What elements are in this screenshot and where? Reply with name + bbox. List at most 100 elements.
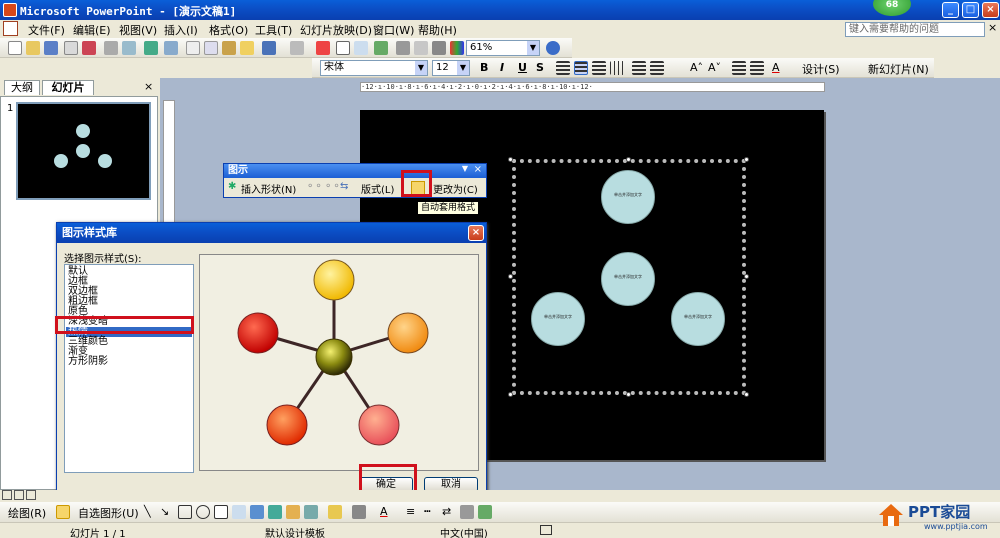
panel-close-button[interactable]: × [144, 80, 153, 93]
font-size-select[interactable]: 12 ▼ [432, 60, 470, 76]
document-close-button[interactable]: × [988, 21, 997, 34]
resize-handle[interactable] [744, 392, 749, 397]
resize-handle[interactable] [626, 392, 631, 397]
dash-style-icon[interactable]: ┅ [424, 505, 431, 518]
tab-outline[interactable]: 大纲 [4, 80, 40, 95]
menu-edit[interactable]: 编辑(E) [73, 22, 111, 38]
italic-button[interactable]: I [500, 61, 504, 74]
email-icon[interactable] [82, 41, 96, 55]
select-objects-icon[interactable] [56, 505, 70, 519]
shadow-button[interactable]: S [536, 61, 544, 74]
menu-tools[interactable]: 工具(T) [255, 22, 292, 38]
text-direction-icon[interactable] [610, 61, 624, 75]
diagram-node-left[interactable]: 单击并添加文字 [531, 292, 585, 346]
dialog-close-button[interactable]: × [468, 225, 484, 241]
align-right-icon[interactable] [592, 61, 606, 75]
font-color-icon[interactable]: A [380, 505, 388, 518]
color-grayscale-icon[interactable] [450, 41, 464, 55]
menu-insert[interactable]: 插入(I) [164, 22, 198, 38]
diagram-node-top[interactable]: 单击并添加文字 [601, 170, 655, 224]
tab-slides[interactable]: 幻灯片 [42, 80, 94, 95]
powerpoint-app-icon[interactable] [3, 3, 17, 17]
vertical-textbox-icon[interactable] [232, 505, 246, 519]
textbox-icon[interactable] [214, 505, 228, 519]
align-center-icon[interactable] [574, 61, 588, 75]
copy-icon[interactable] [204, 41, 218, 55]
menu-help[interactable]: 帮助(H) [418, 22, 457, 38]
permission-icon[interactable] [64, 41, 78, 55]
bold-button[interactable]: B [480, 61, 488, 74]
oval-icon[interactable] [196, 505, 210, 519]
resize-handle[interactable] [744, 274, 749, 279]
slide-thumbnail[interactable] [16, 102, 151, 200]
bullets-icon[interactable] [650, 61, 664, 75]
resize-handle[interactable] [508, 274, 513, 279]
font-select[interactable]: 宋体 ▼ [320, 60, 428, 76]
normal-view-icon[interactable] [2, 490, 12, 500]
resize-handle[interactable] [508, 392, 513, 397]
help-icon[interactable] [546, 41, 560, 55]
design-button[interactable]: 设计(S) [802, 61, 840, 77]
undo-icon[interactable] [262, 41, 276, 55]
clipart-icon[interactable] [286, 505, 300, 519]
redo-icon[interactable] [290, 41, 304, 55]
tables-borders-icon[interactable] [354, 41, 368, 55]
document-icon[interactable] [3, 21, 18, 36]
help-search-input[interactable]: 键入需要帮助的问题 [845, 22, 985, 37]
close-button[interactable]: × [982, 2, 999, 18]
menu-view[interactable]: 视图(V) [119, 22, 157, 38]
arrow-style-icon[interactable]: ⇄ [442, 505, 451, 518]
picture-icon[interactable] [304, 505, 318, 519]
decrease-font-icon[interactable]: A˅ [708, 61, 721, 74]
layout-button[interactable]: 版式(L) [361, 181, 394, 196]
reverse-diagram-icon[interactable]: ⇆ [340, 181, 348, 192]
new-icon[interactable] [8, 41, 22, 55]
numbering-icon[interactable] [632, 61, 646, 75]
3d-style-icon[interactable] [478, 505, 492, 519]
show-formatting-icon[interactable] [414, 41, 428, 55]
increase-font-icon[interactable]: A˄ [690, 61, 703, 74]
expand-all-icon[interactable] [396, 41, 410, 55]
align-left-icon[interactable] [556, 61, 570, 75]
change-to-button[interactable]: 更改为(C) [433, 181, 478, 196]
slideshow-icon[interactable] [26, 490, 36, 500]
table-icon[interactable] [336, 41, 350, 55]
autoshapes-button[interactable]: 自选图形(U) [78, 505, 139, 521]
minimize-button[interactable]: _ [942, 2, 959, 18]
maximize-button[interactable]: □ [962, 2, 979, 18]
menu-file[interactable]: 文件(F) [28, 22, 65, 38]
show-grid-icon[interactable] [432, 41, 446, 55]
research-icon[interactable] [164, 41, 178, 55]
cut-icon[interactable] [186, 41, 200, 55]
rectangle-icon[interactable] [178, 505, 192, 519]
chevron-down-icon[interactable]: ▼ [415, 61, 427, 75]
underline-button[interactable]: U [518, 61, 527, 74]
zoom-select[interactable]: 61% ▼ [466, 40, 540, 56]
increase-indent-icon[interactable] [750, 61, 764, 75]
line-icon[interactable]: ╲ [144, 505, 151, 518]
format-painter-icon[interactable] [240, 41, 254, 55]
fill-color-icon[interactable] [328, 505, 342, 519]
chevron-down-icon[interactable]: ▼ [527, 41, 539, 55]
style-list[interactable]: 默认 边框 双边框 粗边框 原色 深浅变暗 热情 三维颜色 渐变 方形阴影 [64, 264, 194, 473]
style-item[interactable]: 方形阴影 [68, 357, 108, 367]
wordart-icon[interactable] [250, 505, 264, 519]
slide-sorter-icon[interactable] [14, 490, 24, 500]
close-icon[interactable]: × [474, 164, 482, 175]
chevron-down-icon[interactable]: ▼ [462, 164, 468, 173]
font-color-icon[interactable]: A [772, 61, 780, 74]
print-icon[interactable] [104, 41, 118, 55]
line-style-icon[interactable]: ≡ [406, 505, 415, 518]
new-slide-button[interactable]: 新幻灯片(N) [868, 61, 929, 77]
diagram-icon[interactable] [268, 505, 282, 519]
print-preview-icon[interactable] [122, 41, 136, 55]
diagram-node-right[interactable]: 单击并添加文字 [671, 292, 725, 346]
decrease-indent-icon[interactable] [732, 61, 746, 75]
menu-window[interactable]: 窗口(W) [373, 22, 414, 38]
menu-format[interactable]: 格式(O) [209, 22, 248, 38]
insert-shape-button[interactable]: 插入形状(N) [241, 181, 296, 196]
hyperlink-icon[interactable] [374, 41, 388, 55]
menu-slideshow[interactable]: 幻灯片放映(D) [300, 22, 372, 38]
resize-handle[interactable] [626, 157, 631, 162]
line-color-icon[interactable] [352, 505, 366, 519]
